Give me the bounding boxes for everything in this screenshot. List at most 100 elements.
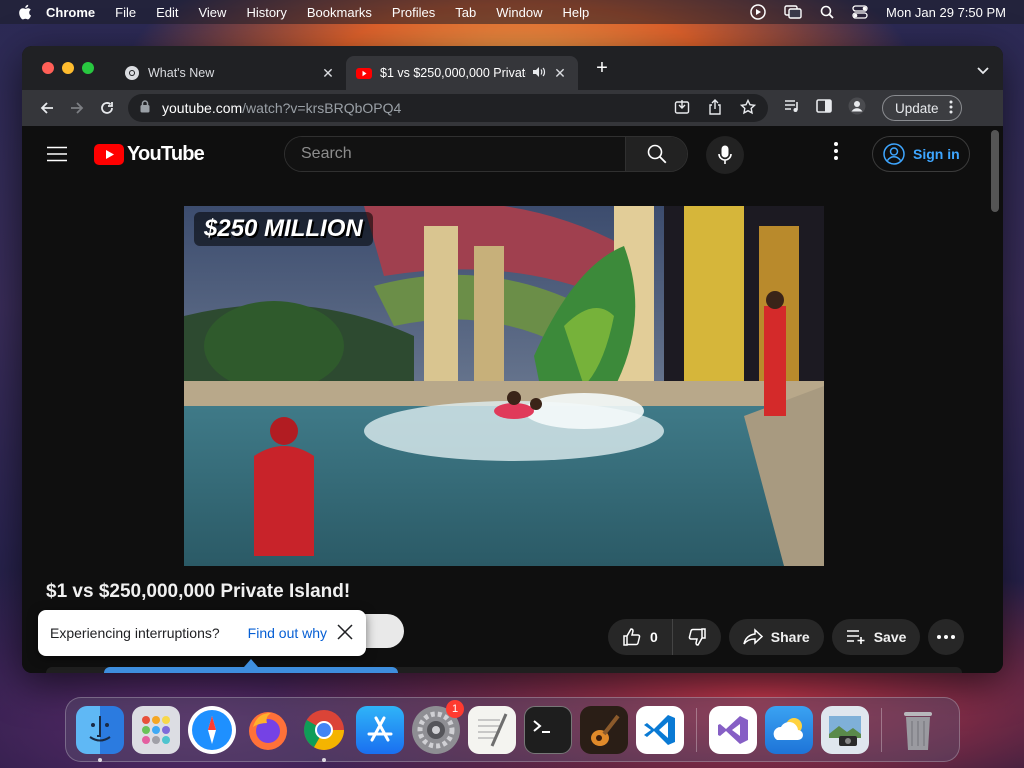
- window-controls: [42, 62, 94, 74]
- search-input[interactable]: [285, 137, 625, 171]
- textedit-icon[interactable]: [468, 705, 516, 754]
- menu-tab[interactable]: Tab: [455, 5, 476, 20]
- share-arrow-icon: [743, 628, 763, 645]
- audio-playing-icon[interactable]: [532, 66, 546, 81]
- menu-profiles[interactable]: Profiles: [392, 5, 435, 20]
- safari-icon[interactable]: [188, 705, 236, 754]
- youtube-logo-text: YouTube: [127, 143, 205, 165]
- screen-mirroring-icon[interactable]: [784, 5, 802, 19]
- chrome-window: What's New ✕ $1 vs $250,000,000 Private …: [22, 46, 1003, 673]
- save-label: Save: [873, 629, 907, 645]
- interruptions-toast: Experiencing interruptions? Find out why: [38, 610, 366, 656]
- microphone-icon: [718, 145, 732, 164]
- sign-in-label: Sign in: [913, 146, 960, 162]
- video-frame-waterpark: [184, 206, 824, 566]
- chrome-icon[interactable]: [300, 706, 348, 762]
- tab-close-icon[interactable]: ✕: [552, 65, 568, 81]
- tab-youtube-video[interactable]: $1 vs $250,000,000 Private ✕: [346, 56, 578, 90]
- install-app-icon[interactable]: [674, 99, 690, 118]
- minimize-window-button[interactable]: [62, 62, 74, 74]
- search-icon: [647, 144, 666, 164]
- visual-studio-icon[interactable]: [709, 705, 757, 754]
- voice-search-button[interactable]: [706, 136, 744, 174]
- more-actions-button[interactable]: [928, 619, 965, 655]
- menu-app-name[interactable]: Chrome: [46, 5, 95, 20]
- chrome-menu-kebab-icon[interactable]: [949, 100, 953, 117]
- search-button[interactable]: [625, 137, 687, 171]
- zoom-window-button[interactable]: [82, 62, 94, 74]
- finder-icon[interactable]: [76, 705, 124, 762]
- update-label: Update: [895, 100, 939, 116]
- menu-help[interactable]: Help: [563, 5, 590, 20]
- terminal-icon[interactable]: [524, 705, 572, 754]
- menu-window[interactable]: Window: [496, 5, 542, 20]
- share-label: Share: [770, 629, 810, 645]
- system-settings-icon[interactable]: 1: [412, 699, 464, 754]
- firefox-icon[interactable]: [244, 706, 292, 754]
- apple-menu-icon[interactable]: [18, 4, 32, 20]
- toast-close-icon[interactable]: [336, 623, 354, 644]
- trash-icon[interactable]: [894, 706, 942, 754]
- new-tab-button[interactable]: +: [592, 57, 612, 79]
- chrome-favicon-icon: [124, 65, 140, 81]
- page-scrollbar[interactable]: [991, 130, 999, 212]
- url-path: /watch?v=krsBRQbOPQ4: [242, 100, 402, 116]
- tab-title: $1 vs $250,000,000 Private: [380, 66, 526, 80]
- toast-message: Experiencing interruptions?: [50, 625, 220, 641]
- share-page-icon[interactable]: [708, 98, 722, 118]
- blue-banner-edge: [104, 667, 398, 673]
- control-center-icon[interactable]: [852, 5, 868, 19]
- media-controls-icon[interactable]: [784, 99, 800, 118]
- youtube-logo[interactable]: YouTube: [94, 143, 205, 166]
- reload-icon[interactable]: [92, 93, 122, 123]
- vscode-icon[interactable]: [636, 705, 684, 754]
- preview-icon[interactable]: [821, 705, 869, 754]
- bookmark-star-icon[interactable]: [739, 98, 757, 118]
- find-out-why-link[interactable]: Find out why: [248, 625, 327, 641]
- site-info-lock-icon[interactable]: [140, 100, 150, 116]
- thumbs-down-icon: [688, 628, 706, 646]
- video-player[interactable]: $250 MILLION: [184, 206, 824, 566]
- video-actions: 0 Share Save: [608, 619, 965, 655]
- address-bar[interactable]: youtube.com/watch?v=krsBRQbOPQ4: [128, 94, 768, 122]
- tab-title: What's New: [148, 66, 215, 80]
- spotlight-search-icon[interactable]: [820, 5, 834, 19]
- menu-clock[interactable]: Mon Jan 29 7:50 PM: [886, 5, 1006, 20]
- dock-separator: [881, 707, 882, 752]
- youtube-play-logo-icon: [94, 144, 124, 165]
- update-chrome-button[interactable]: Update: [882, 95, 962, 121]
- garageband-icon[interactable]: [580, 705, 628, 754]
- dislike-button[interactable]: [673, 619, 721, 655]
- youtube-favicon-icon: [356, 65, 372, 81]
- menu-edit[interactable]: Edit: [156, 5, 178, 20]
- tab-whats-new[interactable]: What's New ✕: [114, 56, 346, 90]
- forward-arrow-icon[interactable]: [62, 93, 92, 123]
- sign-in-button[interactable]: Sign in: [872, 136, 970, 172]
- close-window-button[interactable]: [42, 62, 54, 74]
- toast-pointer: [244, 659, 258, 667]
- save-button[interactable]: Save: [831, 619, 921, 655]
- weather-icon[interactable]: [765, 705, 813, 754]
- app-store-icon[interactable]: [356, 705, 404, 754]
- share-button[interactable]: Share: [728, 619, 824, 655]
- more-horizontal-icon: [937, 635, 956, 639]
- settings-kebab-icon[interactable]: [834, 142, 838, 165]
- like-button[interactable]: 0: [608, 619, 673, 655]
- tab-close-icon[interactable]: ✕: [320, 65, 336, 81]
- browser-toolbar: youtube.com/watch?v=krsBRQbOPQ4 Update: [22, 90, 1003, 126]
- video-title: $1 vs $250,000,000 Private Island!: [46, 581, 351, 602]
- guide-menu-icon[interactable]: [47, 146, 67, 167]
- back-arrow-icon[interactable]: [32, 93, 62, 123]
- tab-search-chevron-down-icon[interactable]: [977, 62, 989, 80]
- side-panel-icon[interactable]: [816, 98, 832, 118]
- menu-bookmarks[interactable]: Bookmarks: [307, 5, 372, 20]
- youtube-header: YouTube Sign in: [22, 126, 990, 182]
- menu-file[interactable]: File: [115, 5, 136, 20]
- like-dislike-group: 0: [608, 619, 721, 655]
- menu-history[interactable]: History: [246, 5, 286, 20]
- profile-avatar-icon[interactable]: [848, 97, 866, 120]
- menu-view[interactable]: View: [198, 5, 226, 20]
- now-playing-icon[interactable]: [750, 4, 766, 20]
- launchpad-icon[interactable]: [132, 705, 180, 754]
- dock-separator: [696, 707, 697, 752]
